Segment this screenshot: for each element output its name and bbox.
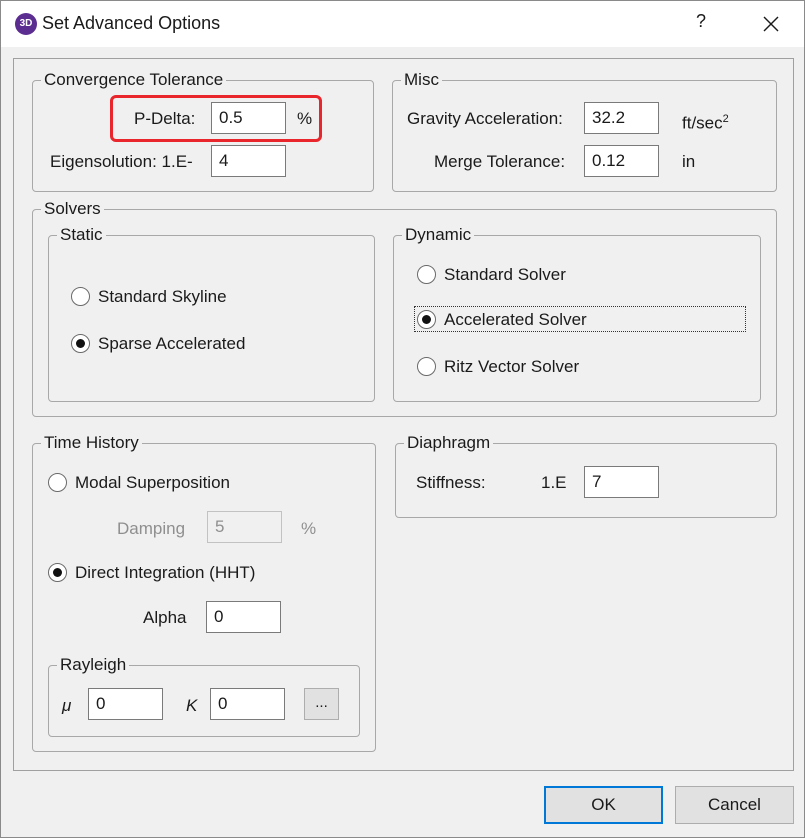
rayleigh-more-button[interactable]: ... bbox=[304, 688, 339, 720]
convergence-tolerance-legend: Convergence Tolerance bbox=[41, 69, 227, 91]
dialog-window: 3D Set Advanced Options ? Convergence To… bbox=[0, 0, 805, 838]
time-history-legend: Time History bbox=[41, 432, 142, 454]
pdelta-highlight bbox=[110, 95, 322, 142]
window-title: Set Advanced Options bbox=[42, 13, 221, 33]
stiffness-prefix: 1.E bbox=[541, 473, 567, 492]
misc-legend: Misc bbox=[401, 69, 442, 91]
k-input[interactable] bbox=[210, 688, 285, 720]
dynamic-legend: Dynamic bbox=[402, 224, 475, 246]
standard-solver-radio[interactable]: Standard Solver bbox=[417, 263, 617, 287]
alpha-label: Alpha bbox=[143, 608, 187, 627]
sparse-accelerated-radio-dot bbox=[71, 334, 90, 353]
gravity-unit-text: ft/sec bbox=[682, 113, 723, 133]
eigensolution-input[interactable] bbox=[211, 145, 286, 177]
app-icon: 3D bbox=[15, 13, 37, 35]
k-label: K bbox=[186, 696, 198, 715]
direct-integration-label: Direct Integration (HHT) bbox=[75, 563, 256, 582]
gravity-acceleration-input[interactable] bbox=[584, 102, 659, 134]
modal-superposition-radio[interactable]: Modal Superposition bbox=[48, 471, 268, 495]
diaphragm-legend: Diaphragm bbox=[404, 432, 494, 454]
merge-tolerance-unit: in bbox=[682, 152, 696, 171]
direct-integration-radio[interactable]: Direct Integration (HHT) bbox=[48, 561, 298, 585]
stiffness-input[interactable] bbox=[584, 466, 659, 498]
solvers-legend: Solvers bbox=[41, 198, 104, 220]
standard-skyline-radio-dot bbox=[71, 287, 90, 306]
accelerated-solver-label: Accelerated Solver bbox=[444, 310, 587, 329]
ritz-vector-solver-radio[interactable]: Ritz Vector Solver bbox=[417, 355, 617, 379]
dynamic-solver-group: Dynamic Standard Solver Accelerated Solv… bbox=[393, 224, 761, 402]
rayleigh-group: Rayleigh μ K ... bbox=[48, 654, 360, 737]
damping-label: Damping bbox=[117, 519, 186, 538]
dialog-content: Convergence Tolerance P-Delta: % Eigenso… bbox=[13, 58, 794, 771]
misc-group: Misc Gravity Acceleration: ft/sec2 Merge… bbox=[392, 69, 777, 192]
standard-solver-label: Standard Solver bbox=[444, 265, 566, 284]
diaphragm-group: Diaphragm Stiffness: 1.E bbox=[395, 432, 777, 518]
eigensolution-label: Eigensolution: 1.E- bbox=[50, 152, 193, 171]
title-bar: 3D Set Advanced Options ? bbox=[1, 1, 804, 47]
ritz-vector-solver-label: Ritz Vector Solver bbox=[444, 357, 580, 376]
sparse-accelerated-label: Sparse Accelerated bbox=[98, 334, 246, 353]
static-legend: Static bbox=[57, 224, 106, 246]
direct-integration-radio-dot bbox=[48, 563, 67, 582]
accelerated-solver-radio-dot bbox=[417, 310, 436, 329]
mu-input[interactable] bbox=[88, 688, 163, 720]
ok-button[interactable]: OK bbox=[544, 786, 663, 824]
sparse-accelerated-radio[interactable]: Sparse Accelerated bbox=[71, 332, 271, 356]
stiffness-label: Stiffness: bbox=[416, 473, 486, 492]
modal-superposition-radio-dot bbox=[48, 473, 67, 492]
cancel-button[interactable]: Cancel bbox=[675, 786, 794, 824]
merge-tolerance-input[interactable] bbox=[584, 145, 659, 177]
accelerated-solver-radio[interactable]: Accelerated Solver bbox=[417, 308, 617, 332]
close-icon bbox=[763, 16, 779, 32]
gravity-unit-exponent: 2 bbox=[722, 113, 729, 125]
damping-input[interactable] bbox=[207, 511, 282, 543]
help-button[interactable]: ? bbox=[691, 11, 711, 37]
standard-skyline-radio[interactable]: Standard Skyline bbox=[71, 285, 271, 309]
alpha-input[interactable] bbox=[206, 601, 281, 633]
static-solver-group: Static Standard Skyline Sparse Accelerat… bbox=[48, 224, 375, 402]
damping-unit: % bbox=[301, 519, 317, 538]
merge-tolerance-label: Merge Tolerance: bbox=[434, 152, 566, 171]
solvers-group: Solvers Static Standard Skyline Sparse A… bbox=[32, 198, 777, 417]
mu-label: μ bbox=[62, 696, 72, 715]
standard-solver-radio-dot bbox=[417, 265, 436, 284]
gravity-acceleration-label: Gravity Acceleration: bbox=[407, 109, 563, 128]
close-button[interactable] bbox=[756, 9, 786, 39]
standard-skyline-label: Standard Skyline bbox=[98, 287, 227, 306]
ritz-vector-solver-radio-dot bbox=[417, 357, 436, 376]
gravity-unit: ft/sec2 bbox=[682, 108, 729, 135]
modal-superposition-label: Modal Superposition bbox=[75, 473, 230, 492]
time-history-group: Time History Modal Superposition Damping… bbox=[32, 432, 376, 752]
rayleigh-legend: Rayleigh bbox=[57, 654, 130, 676]
